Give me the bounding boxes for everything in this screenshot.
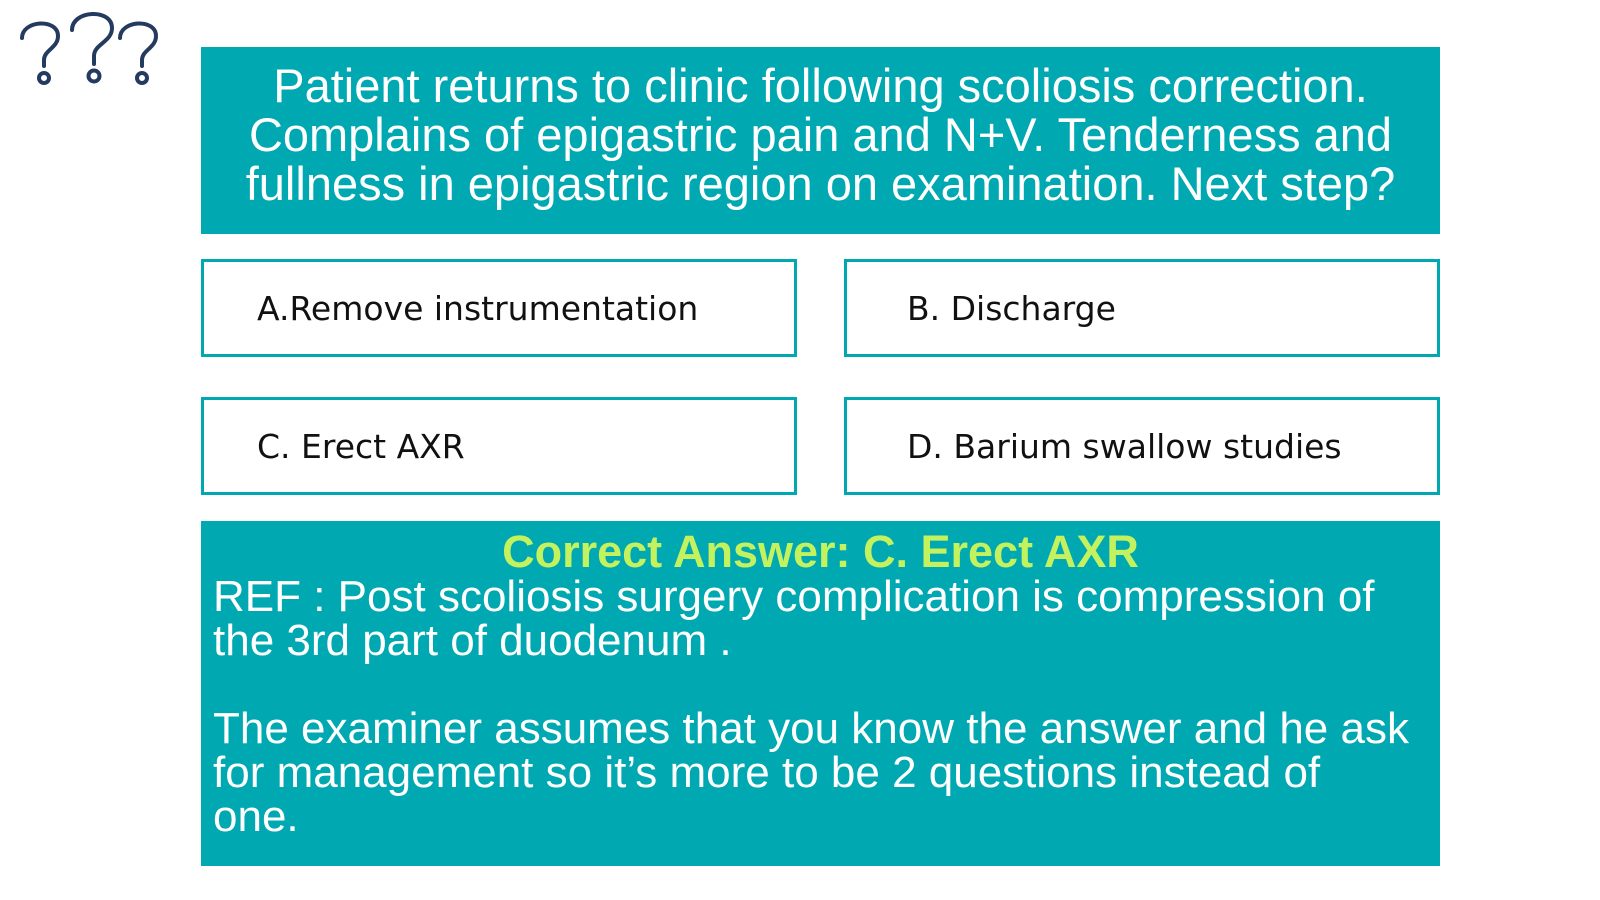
answer-box: Correct Answer: C. Erect AXR REF : Post …	[201, 521, 1440, 866]
question-line: fullness in epigastric region on examina…	[245, 157, 1396, 210]
correct-answer-title: Correct Answer: C. Erect AXR	[502, 526, 1139, 577]
question-marks-icon	[20, 12, 158, 85]
note-line: The examiner assumes that you know the a…	[213, 704, 1409, 753]
option-b-button[interactable]: B. Discharge	[844, 259, 1440, 357]
option-d-button[interactable]: D. Barium swallow studies	[844, 397, 1440, 495]
reference-line: the 3rd part of duodenum .	[213, 616, 732, 665]
option-c-button[interactable]: C. Erect AXR	[201, 397, 797, 495]
question-box: Patient returns to clinic following scol…	[201, 47, 1440, 234]
question-line: Patient returns to clinic following scol…	[273, 59, 1368, 112]
option-a-button[interactable]: A.Remove instrumentation	[201, 259, 797, 357]
reference-line: REF : Post scoliosis surgery complicatio…	[213, 572, 1375, 621]
question-line: Complains of epigastric pain and N+V. Te…	[248, 108, 1393, 161]
answer-explanation: REF : Post scoliosis surgery complicatio…	[213, 575, 1440, 839]
note-line: for management so it’s more to be 2 ques…	[213, 748, 1321, 797]
note-line: one.	[213, 792, 299, 841]
